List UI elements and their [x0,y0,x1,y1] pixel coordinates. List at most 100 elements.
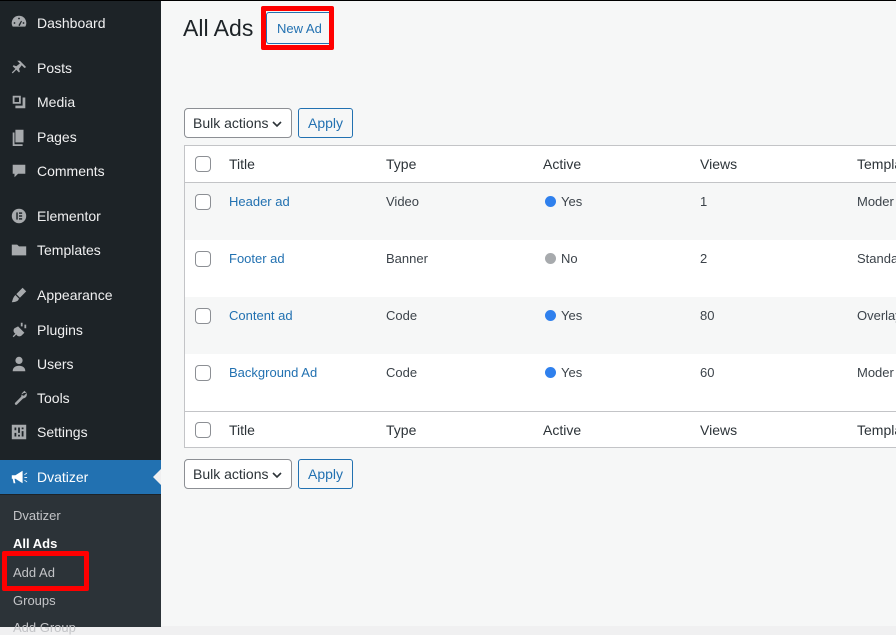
submenu-item-add-group[interactable]: Add Group [13,620,76,635]
active-label: Yes [561,365,583,380]
bulk-actions-select-bottom[interactable]: Bulk actions [184,459,292,489]
settings-icon [9,422,29,442]
column-type: Type [386,422,417,438]
sidebar-item-comments[interactable]: Comments [0,154,161,188]
ad-template: Standa [857,251,896,266]
column-title[interactable]: Title [229,156,255,172]
sidebar-item-label: Appearance [37,287,113,303]
sidebar-item-label: Settings [37,424,88,440]
sidebar-item-posts[interactable]: Posts [0,51,161,85]
sidebar-item-appearance[interactable]: Appearance [0,278,161,312]
sidebar-item-label: Dvatizer [37,469,89,485]
column-views: Views [700,422,738,438]
column-template: Templa [857,422,896,438]
sidebar-item-label: Dashboard [37,15,106,31]
submenu-item-dvatizer[interactable]: Dvatizer [13,508,61,523]
ad-active-status: No [545,251,578,266]
ad-template: Moder [857,194,894,209]
main-content: All Ads New Ad Bulk actions Apply Title … [161,0,896,626]
chevron-down-icon [272,121,282,128]
select-all-checkbox-bottom[interactable] [195,422,211,438]
submenu-item-add-ad[interactable]: Add Ad [13,565,55,580]
sidebar-item-label: Plugins [37,322,83,338]
column-views: Views [700,156,738,172]
ad-title-link[interactable]: Header ad [229,194,290,209]
bulk-actions-label: Bulk actions [193,115,269,131]
ad-title-link[interactable]: Background Ad [229,365,317,380]
ad-active-status: Yes [545,194,582,209]
sidebar-item-media[interactable]: Media [0,85,161,119]
brush-icon [9,285,29,305]
submenu-item-groups[interactable]: Groups [13,593,56,608]
table-header: Title Type Active Views Templa [185,146,896,183]
sidebar-item-elementor[interactable]: Elementor [0,199,161,233]
wrench-icon [9,388,29,408]
plug-icon [9,320,29,340]
comment-icon [9,161,29,181]
ad-title-link[interactable]: Content ad [229,308,293,323]
ad-template: Overlay [857,308,896,323]
megaphone-icon [9,467,29,487]
ad-views: 80 [700,308,715,323]
ad-active-status: Yes [545,365,582,380]
row-checkbox[interactable] [195,194,211,210]
sidebar-item-label: Tools [37,390,70,406]
sidebar-item-label: Posts [37,60,73,76]
ad-type: Code [386,308,418,323]
table-footer: Title Type Active Views Templa [185,411,896,448]
ad-views: 60 [700,365,715,380]
user-icon [9,354,29,374]
active-label: No [561,251,578,266]
active-dot-icon [545,310,556,321]
sidebar-item-users[interactable]: Users [0,347,161,381]
table-row: Background Ad Code Yes 60 Moder [185,354,896,411]
active-label: Yes [561,308,583,323]
sidebar-item-label: Elementor [37,208,101,224]
ad-views: 2 [700,251,708,266]
sidebar-item-label: Users [37,356,74,372]
sidebar-item-dvatizer[interactable]: Dvatizer [0,460,161,494]
pin-icon [9,58,29,78]
bulk-actions-select-top[interactable]: Bulk actions [184,108,292,138]
row-checkbox[interactable] [195,365,211,381]
sidebar-item-settings[interactable]: Settings [0,415,161,449]
sidebar-item-label: Pages [37,129,77,145]
column-active: Active [543,422,582,438]
sidebar-item-templates[interactable]: Templates [0,233,161,267]
sidebar-item-pages[interactable]: Pages [0,120,161,154]
column-type: Type [386,156,417,172]
ad-views: 1 [700,194,708,209]
folder-icon [9,240,29,260]
ad-template: Moder [857,365,894,380]
ad-type: Banner [386,251,428,266]
sidebar-item-label: Comments [37,163,105,179]
select-all-checkbox[interactable] [195,156,211,172]
row-checkbox[interactable] [195,251,211,267]
dvatizer-submenu: Dvatizer All Ads Add Ad Groups Add Group [0,495,161,635]
ad-type: Video [386,194,420,209]
active-dot-icon [545,196,556,207]
row-checkbox[interactable] [195,308,211,324]
ads-table: Title Type Active Views Templa Header ad… [184,145,896,448]
submenu-item-all-ads[interactable]: All Ads [13,536,57,551]
pages-icon [9,127,29,147]
ad-active-status: Yes [545,308,582,323]
apply-button-bottom[interactable]: Apply [298,459,353,489]
column-template: Templa [857,156,896,172]
column-title[interactable]: Title [229,422,255,438]
column-active: Active [543,156,582,172]
sidebar-item-label: Templates [37,242,101,258]
table-row: Footer ad Banner No 2 Standa [185,240,896,297]
ad-type: Code [386,365,418,380]
new-ad-button[interactable]: New Ad [266,12,333,44]
elementor-icon [9,206,29,226]
table-row: Header ad Video Yes 1 Moder [185,183,896,240]
active-dot-icon [545,367,556,378]
sidebar-item-plugins[interactable]: Plugins [0,313,161,347]
ad-title-link[interactable]: Footer ad [229,251,285,266]
admin-sidebar: Dashboard Posts Media Pages Comments Ele… [0,0,161,635]
sidebar-item-tools[interactable]: Tools [0,381,161,415]
table-row: Content ad Code Yes 80 Overlay [185,297,896,354]
apply-button-top[interactable]: Apply [298,108,353,138]
sidebar-item-dashboard[interactable]: Dashboard [0,6,161,40]
